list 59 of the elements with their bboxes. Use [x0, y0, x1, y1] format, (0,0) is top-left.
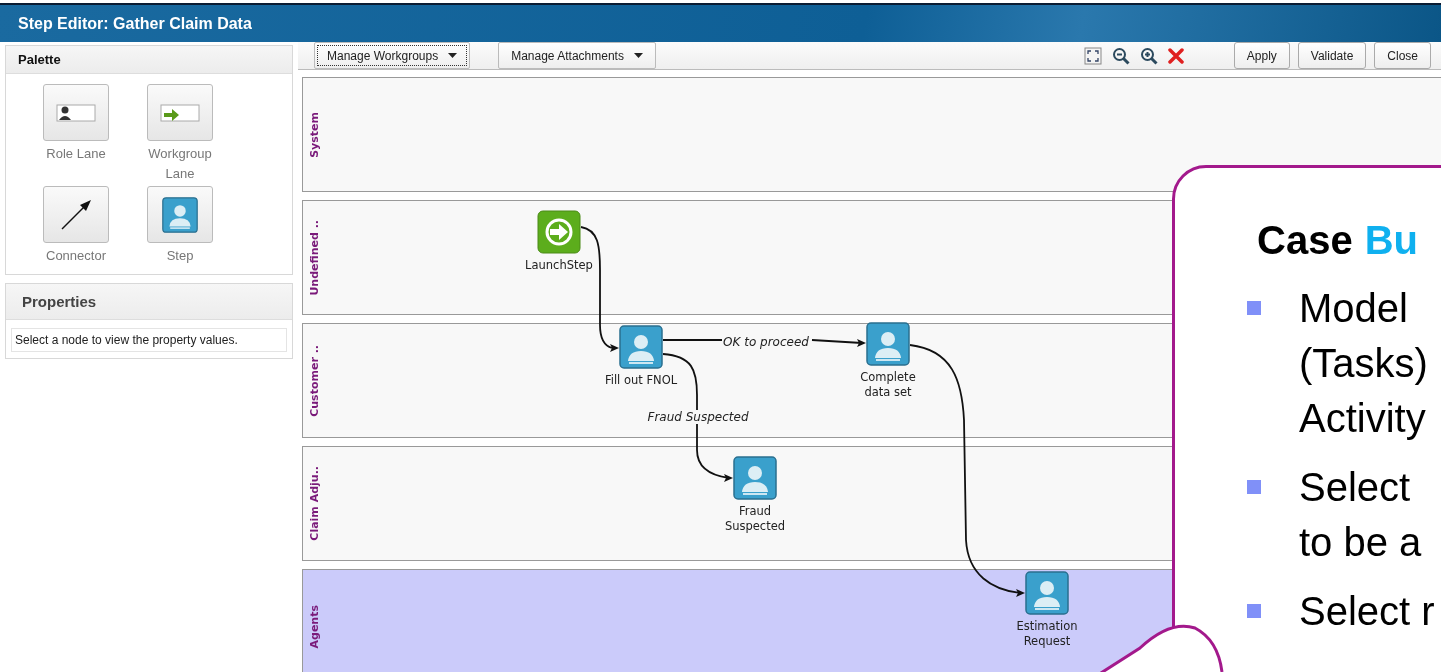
callout-text: (Tasks)	[1299, 340, 1428, 387]
person-icon	[866, 322, 910, 366]
step-label: Fill out FNOL	[603, 373, 679, 388]
palette-button[interactable]	[147, 186, 213, 243]
callout-title: Case	[1257, 218, 1353, 263]
caret-icon	[448, 53, 458, 58]
workflow-step[interactable]: Fill out FNOL	[586, 325, 696, 388]
palette-label: Connector	[45, 247, 107, 265]
person-icon	[1025, 571, 1069, 615]
launch-icon	[537, 210, 581, 254]
callout-text: to be a	[1299, 519, 1422, 566]
workflow-step[interactable]: Estimation Request	[992, 571, 1102, 649]
lane-label: System	[308, 111, 321, 158]
swimlane[interactable]: System	[302, 77, 1441, 192]
workflow-step[interactable]: LaunchStep	[504, 210, 614, 273]
toolbar-button[interactable]: Close	[1374, 42, 1431, 69]
workflow-step[interactable]: Complete data set	[833, 322, 943, 400]
palette-label: Step	[165, 247, 195, 265]
palette-label: Workgroup Lane	[147, 145, 213, 183]
bullet-icon	[1247, 604, 1261, 618]
palette-button[interactable]	[43, 186, 109, 243]
arrow-lane-icon	[160, 103, 200, 122]
callout-text: Select r	[1299, 588, 1435, 635]
connector-label: OK to proceed	[722, 335, 810, 349]
lane-label: Customer ..	[308, 344, 321, 417]
panel-title: Palette	[6, 46, 292, 74]
step-label: LaunchStep	[524, 258, 594, 273]
callout-title-accent: Bu	[1364, 218, 1418, 263]
delete-icon[interactable]	[1167, 47, 1184, 64]
zoom-out-icon[interactable]	[1111, 46, 1130, 65]
lane-label: Agents	[308, 604, 321, 649]
callout-text: Model	[1299, 285, 1409, 332]
zoom-in-icon[interactable]	[1139, 46, 1158, 65]
connector-label: Fraud Suspected	[646, 410, 750, 424]
person-lane-icon	[56, 103, 96, 122]
panel-title: Properties	[6, 284, 292, 320]
callout-text: Activity	[1299, 395, 1427, 442]
window-title: Step Editor: Gather Claim Data	[18, 14, 252, 33]
lane-label: Claim Adju..	[308, 466, 321, 541]
bullet-icon	[1247, 480, 1261, 494]
caret-icon	[633, 53, 643, 58]
toolbar-button[interactable]: Apply	[1233, 42, 1290, 69]
properties-hint: Select a node to view the property values.	[11, 328, 287, 352]
callout-text: Select	[1299, 464, 1412, 511]
dropdown-button[interactable]: Manage Attachments	[498, 42, 656, 69]
step-label: Estimation Request	[1015, 619, 1079, 649]
person-icon	[733, 456, 777, 500]
workflow-step[interactable]: Fraud Suspected	[700, 456, 810, 534]
dropdown-button[interactable]: Manage Workgroups	[314, 42, 471, 69]
step-label: Complete data set	[859, 370, 917, 400]
palette-button[interactable]	[43, 84, 109, 141]
person-icon	[162, 196, 198, 233]
lane-label: Undefined ..	[308, 219, 321, 296]
palette-label: Role Lane	[45, 145, 107, 163]
fit-screen-icon[interactable]	[1083, 46, 1102, 65]
step-label: Fraud Suspected	[723, 504, 787, 534]
toolbar-button[interactable]: Validate	[1297, 42, 1367, 69]
bullet-icon	[1247, 301, 1261, 315]
person-icon	[619, 325, 663, 369]
